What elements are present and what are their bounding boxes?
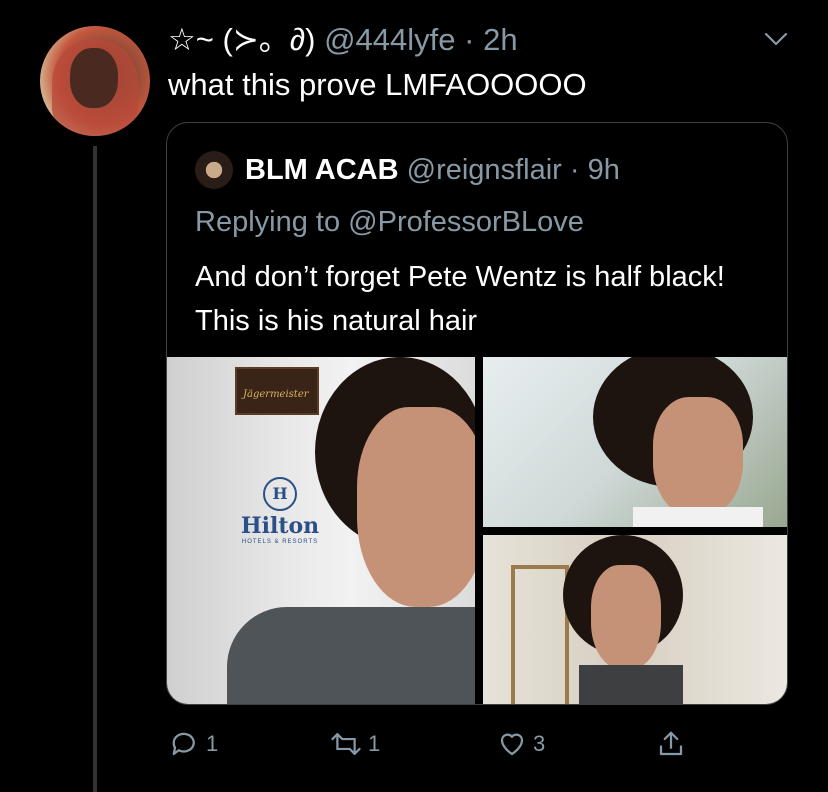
heart-icon — [500, 733, 524, 756]
timestamp[interactable]: 2h — [483, 22, 517, 57]
quoted-time-separator: · — [561, 154, 588, 186]
like-count: 3 — [533, 731, 546, 756]
reply-count: 1 — [206, 731, 219, 756]
share-button[interactable] — [656, 724, 686, 764]
quoted-display-name[interactable]: BLM ACAB — [245, 154, 399, 186]
avatar-face — [70, 48, 118, 108]
chevron-down-icon[interactable] — [762, 28, 790, 50]
tweet-header: ☆~ (≻。∂) @444lyfe · 2h — [168, 22, 518, 58]
quoted-avatar[interactable] — [195, 151, 233, 189]
display-name[interactable]: ☆~ (≻。∂) — [168, 22, 315, 57]
jagermeister-logo: Jägermeister — [235, 367, 319, 415]
media-image-3[interactable] — [483, 535, 787, 704]
replying-to: Replying to @ProfessorBLove — [195, 205, 584, 239]
replying-mention[interactable]: @ProfessorBLove — [348, 206, 584, 238]
reply-button[interactable]: 1 — [170, 724, 218, 764]
person-face — [357, 407, 475, 607]
retweet-button[interactable]: 1 — [330, 724, 380, 764]
quoted-text: And don’t forget Pete Wentz is half blac… — [195, 261, 725, 337]
handle[interactable]: @444lyfe — [324, 22, 455, 57]
reply-icon — [172, 732, 195, 756]
person-shirt — [227, 607, 475, 704]
person-shirt — [633, 507, 763, 527]
person-shirt — [579, 665, 683, 704]
quoted-tweet[interactable]: BLM ACAB @reignsflair · 9h Replying to @… — [166, 122, 788, 705]
thread-line — [93, 146, 97, 792]
quoted-timestamp[interactable]: 9h — [588, 154, 620, 186]
time-separator: · — [455, 22, 484, 57]
replying-prefix: Replying to — [195, 206, 349, 238]
retweet-icon — [331, 733, 361, 755]
person-face — [653, 397, 743, 517]
like-button[interactable]: 3 — [497, 724, 545, 764]
tweet-text: what this prove LMFAOOOOO — [168, 67, 587, 102]
media-image-1[interactable]: Jägermeister H Hilton HOTELS & RESORTS — [167, 357, 475, 704]
action-bar: 1 1 3 — [0, 724, 828, 764]
person-face — [591, 565, 661, 670]
quoted-header: BLM ACAB @reignsflair · 9h — [245, 153, 620, 187]
retweet-count: 1 — [368, 731, 381, 756]
share-icon — [659, 731, 683, 756]
media-image-2[interactable] — [483, 357, 787, 527]
profile-avatar[interactable] — [40, 26, 150, 136]
hilton-logo: H Hilton HOTELS & RESORTS — [235, 477, 325, 545]
door-frame — [511, 565, 569, 704]
quoted-handle[interactable]: @reignsflair — [407, 154, 562, 186]
